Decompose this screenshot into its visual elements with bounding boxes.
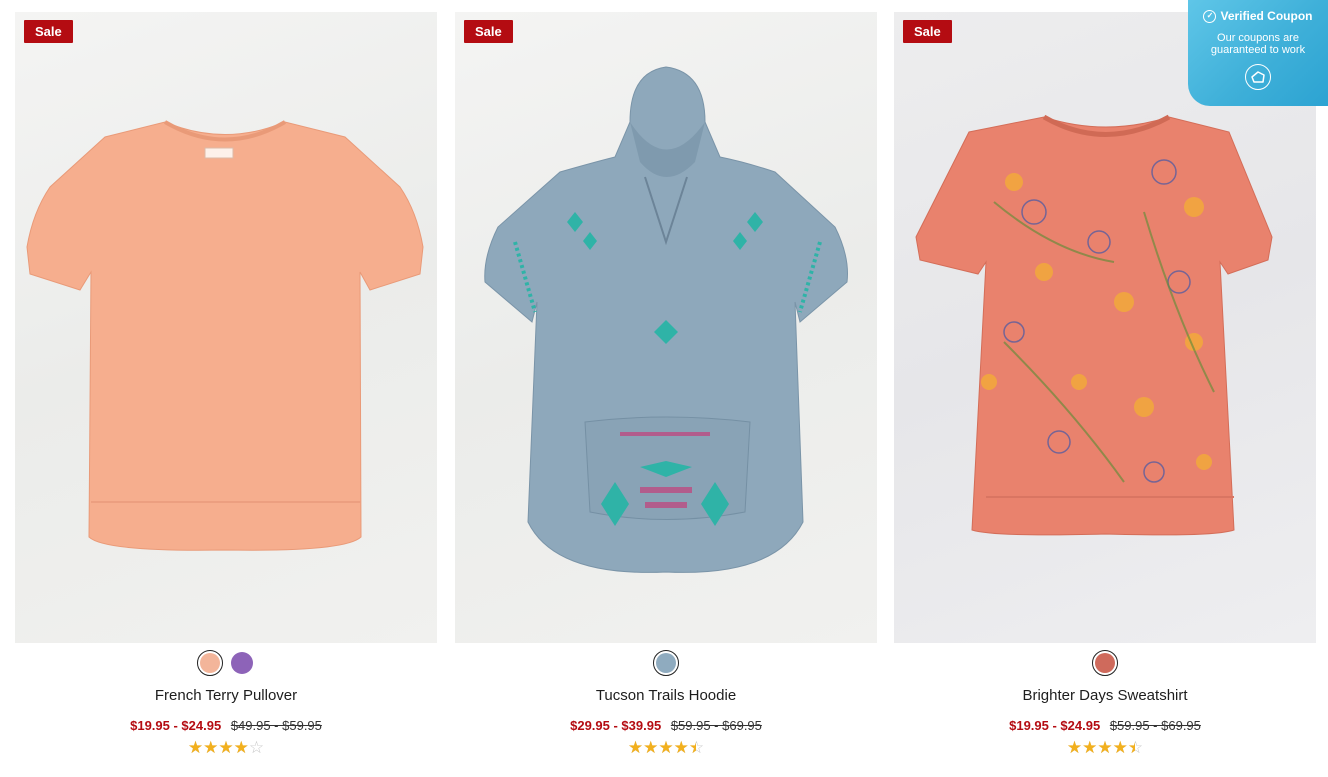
sale-badge: Sale [903,20,952,43]
check-circle-icon: ✓ [1203,9,1217,23]
color-swatches [15,650,437,676]
tucson-trails-hoodie-image [484,66,848,573]
original-price: $59.95 - $69.95 [1109,718,1201,733]
color-swatch-0[interactable] [197,650,223,676]
product-price: $19.95 - $24.95 $49.95 - $59.95 [15,718,437,733]
color-swatch-1[interactable] [229,650,255,676]
product-card[interactable]: Sale French Terry Pullover $19.95 - $24.… [15,12,437,777]
coupon-header: ✓ Verified Coupon [1188,9,1328,23]
brighter-days-sweatshirt-image [915,114,1273,536]
product-image[interactable]: Sale [15,12,437,643]
coupon-subtitle: Our coupons are guaranteed to work [1210,32,1306,56]
rating-stars: ☆☆☆☆☆ ★★★★★ [627,738,705,758]
color-swatch-0[interactable] [1092,650,1118,676]
product-price: $19.95 - $24.95 $59.95 - $69.95 [894,718,1316,733]
product-name[interactable]: Tucson Trails Hoodie [455,687,877,704]
sale-price: $29.95 - $39.95 [570,718,662,733]
sale-badge: Sale [464,20,513,43]
french-terry-pullover-image [26,120,424,551]
color-swatch-0[interactable] [653,650,679,676]
color-swatches [894,650,1316,676]
product-image[interactable]: Sale [455,12,877,643]
product-card[interactable]: Sale Tucson Trails Hoodie $29.95 - $39.9… [455,12,877,777]
original-price: $59.95 - $69.95 [670,718,762,733]
product-name[interactable]: Brighter Days Sweatshirt [894,687,1316,704]
sale-badge: Sale [24,20,73,43]
sale-price: $19.95 - $24.95 [130,718,222,733]
rating-stars: ☆☆☆☆☆ ★★★★★ [1066,738,1144,758]
color-swatches [455,650,877,676]
rating-stars: ☆☆☆☆☆ ★★★★★ [187,738,265,758]
product-grid: Sale French Terry Pullover $19.95 - $24.… [0,0,1328,777]
coupon-logo-icon[interactable] [1245,64,1271,90]
star-rating[interactable]: ☆☆☆☆☆ ★★★★★ [15,738,437,758]
star-rating[interactable]: ☆☆☆☆☆ ★★★★★ [455,738,877,758]
verified-coupon-widget[interactable]: ✓ Verified Coupon Our coupons are guaran… [1188,0,1328,106]
star-rating[interactable]: ☆☆☆☆☆ ★★★★★ [894,738,1316,758]
product-name[interactable]: French Terry Pullover [15,687,437,704]
coupon-title: Verified Coupon [1220,9,1313,23]
product-card[interactable]: Sale Brighter Days Sweatshirt $19.95 - $… [894,12,1316,777]
sale-price: $19.95 - $24.95 [1009,718,1101,733]
product-image[interactable]: Sale [894,12,1316,643]
product-price: $29.95 - $39.95 $59.95 - $69.95 [455,718,877,733]
original-price: $49.95 - $59.95 [230,718,322,733]
